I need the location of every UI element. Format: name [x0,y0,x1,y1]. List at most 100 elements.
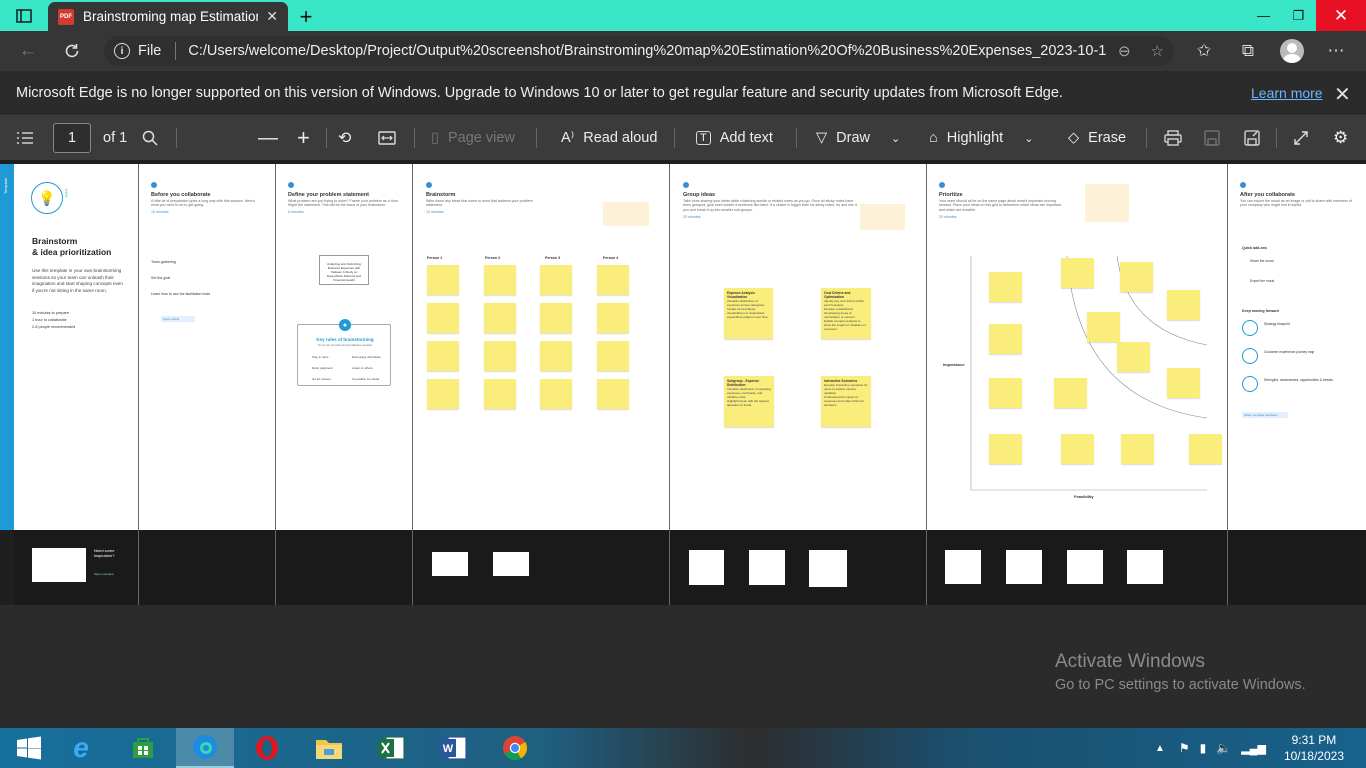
minimize-button[interactable]: — [1246,0,1281,31]
thumbnail-strip: Need some inspiration? Open example [14,530,138,605]
fit-to-width-icon[interactable] [378,116,396,160]
favorites-icon[interactable]: ✩ [1182,31,1226,71]
page-thumbnail[interactable] [493,552,529,576]
page-thumbnail[interactable] [689,550,724,585]
after-item: Share the mural [1250,259,1274,263]
volume-icon[interactable]: 🔈 [1216,741,1231,755]
info-icon[interactable]: i [114,43,130,59]
add-favorite-icon[interactable]: ☆ [1151,42,1164,60]
intro-bullet: 1 hour to collaborate [32,318,67,322]
excel-icon[interactable] [362,728,420,768]
add-text-button[interactable]: T Add text [696,116,773,160]
tab-actions-icon[interactable] [0,0,48,31]
group-sticky-note: Interactive Scenarios Develop interactiv… [821,376,871,427]
start-button[interactable] [0,728,58,768]
pdf-file-icon: PDF [58,8,74,25]
thumbnail-strip [276,530,412,605]
new-tab-button[interactable]: + [288,2,324,31]
store-icon[interactable] [114,728,172,768]
learn-more-link[interactable]: Learn more [1251,85,1323,101]
page-view-icon: ▯ [431,130,439,146]
draw-button[interactable]: ▽ Draw ⌄ [816,116,900,160]
restore-button[interactable]: ❐ [1281,0,1316,31]
page-thumbnail[interactable] [1127,550,1163,584]
page-thumbnail[interactable] [1067,550,1103,584]
print-icon[interactable] [1164,116,1182,160]
tip-card [1085,184,1129,222]
sticky-note [1120,262,1153,292]
show-hidden-icons-icon[interactable]: ▲ [1155,743,1165,754]
section-time: 10 minutes [426,209,444,214]
internet-explorer-icon[interactable]: e [52,728,110,768]
page-view-label: Page view [447,130,515,146]
flag-icon[interactable]: ⚑ [1179,741,1190,755]
activate-subtitle: Go to PC settings to activate Windows. [1055,677,1306,693]
back-button[interactable]: ← [8,31,48,71]
section-title: Before you collaborate [151,192,211,198]
unsupported-os-infobar: Microsoft Edge is no longer supported on… [0,71,1366,116]
tab-close-icon[interactable]: ✕ [266,8,278,25]
zoom-out-icon[interactable]: — [258,116,278,160]
tab-title: Brainstroming map Estimation Of Business… [83,9,259,24]
contents-icon[interactable] [16,116,34,160]
sticky-note [1121,434,1154,464]
section-time: 20 minutes [939,214,957,219]
open-example-link[interactable]: Open example [94,572,114,576]
erase-button[interactable]: ◇ Erase [1068,116,1126,160]
sticky-note [989,272,1022,302]
infobar-close-icon[interactable]: ✕ [1334,82,1351,107]
clock[interactable]: 9:31 PM 10/18/2023 [1284,732,1344,764]
page-view-button[interactable]: ▯ Page view [431,116,515,160]
read-aloud-button[interactable]: A⁾ Read aloud [561,116,657,160]
sticky-note [427,303,459,333]
after-item: Keep moving forward [1242,309,1279,313]
refresh-button[interactable] [52,31,92,71]
before-step: Team gathering [151,260,176,264]
close-window-button[interactable]: ✕ [1316,0,1366,31]
sticky-note [597,341,629,371]
add-text-icon: T [696,131,711,145]
page-thumbnail[interactable] [1006,550,1042,584]
section-title: After you collaborate [1240,192,1296,198]
chrome-icon[interactable] [486,728,544,768]
pdf-document-area[interactable]: Template 💡 ≈ ≈ ≈ Brainstorm & idea priorit… [0,160,1366,605]
page-thumbnail[interactable] [945,550,981,584]
rotate-icon[interactable]: ⟲ [338,116,351,160]
zoom-icon[interactable]: ⊖ [1118,42,1131,60]
open-article-button[interactable]: Open article [161,316,195,322]
highlight-button[interactable]: ⌂ Highlight ⌄ [929,116,1033,160]
battery-icon[interactable]: ▮ [1200,741,1207,755]
step-number-icon [683,182,689,188]
save-as-icon[interactable] [1244,116,1260,160]
file-explorer-icon[interactable] [300,728,358,768]
share-feedback-button[interactable]: Share template feedback [1242,412,1288,418]
settings-gear-icon[interactable]: ⚙ [1333,116,1348,160]
page-thumbnail[interactable] [432,552,468,576]
after-collaborate-panel: After you collaborate You can export the… [1228,164,1366,530]
word-icon[interactable]: W [424,728,482,768]
sticky-note [540,303,572,333]
search-icon[interactable] [142,116,158,160]
intro-panel: Template 💡 ≈ ≈ ≈ Brainstorm & idea priorit… [0,164,138,530]
highlight-chevron-down-icon[interactable]: ⌄ [1024,132,1033,145]
draw-chevron-down-icon[interactable]: ⌄ [891,132,900,145]
page-number-input[interactable]: 1 [53,123,91,153]
save-icon[interactable] [1204,116,1220,160]
more-menu-icon[interactable]: ⋯ [1314,31,1358,71]
collections-icon[interactable]: ⧉ [1226,31,1270,71]
sticky-note [427,379,459,409]
example-thumbnail[interactable] [32,548,86,582]
edge-icon[interactable] [176,728,234,768]
network-icon[interactable]: ▂▄▆ [1241,742,1266,755]
page-thumbnail[interactable] [809,550,847,587]
page-thumbnail[interactable] [749,550,785,585]
opera-icon[interactable] [238,728,296,768]
feasibility-axis-label: Feasibility [1074,494,1094,499]
url-bar[interactable]: i File C:/Users/welcome/Desktop/Project/… [104,36,1174,66]
sticky-note [597,303,629,333]
profile-button[interactable] [1270,31,1314,71]
active-tab[interactable]: PDF Brainstroming map Estimation Of Busi… [48,2,288,31]
fullscreen-icon[interactable] [1293,116,1309,160]
url-text[interactable]: C:/Users/welcome/Desktop/Project/Output%… [188,43,1106,59]
zoom-in-icon[interactable]: + [297,116,310,160]
